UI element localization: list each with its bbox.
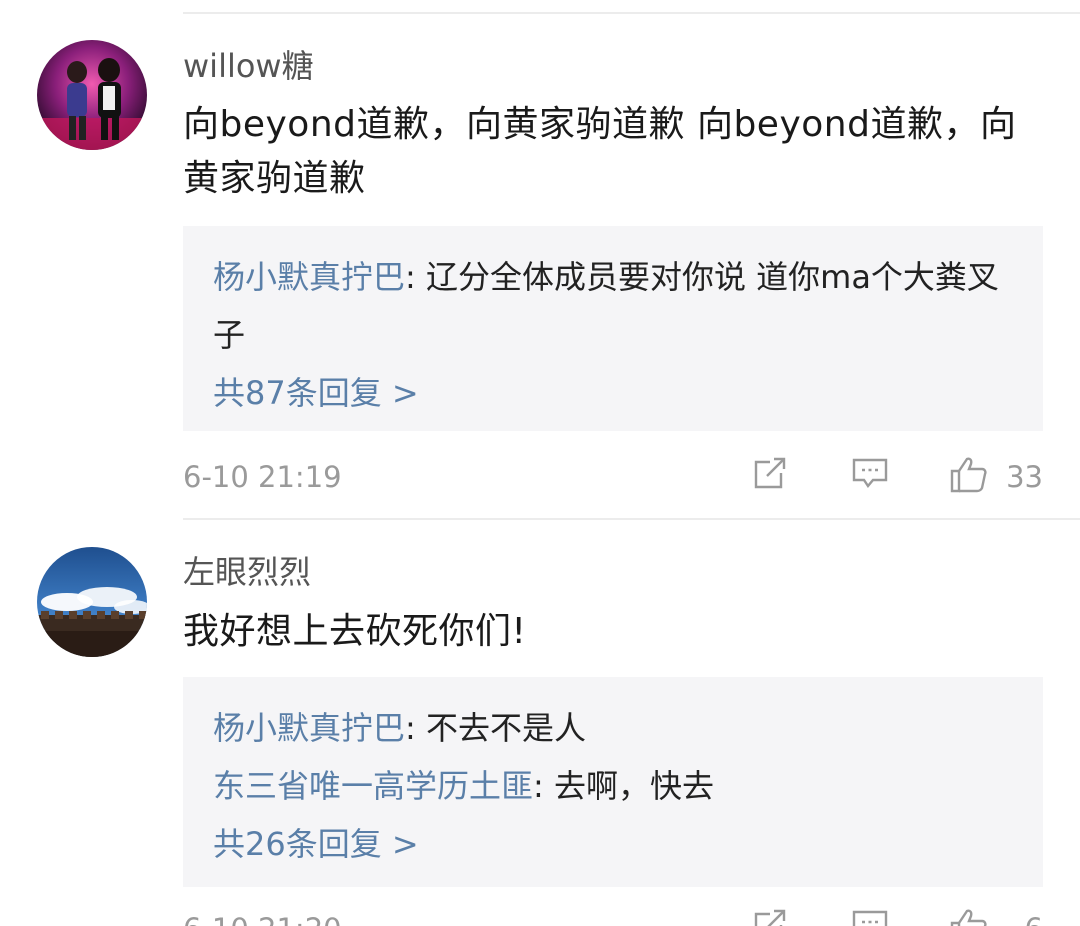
- like-icon[interactable]: [949, 454, 989, 498]
- comment-icon[interactable]: [851, 454, 889, 496]
- comment-time: 6-10 21:20: [183, 912, 342, 926]
- reply-item: 杨小默真拧巴: 不去不是人: [213, 699, 1013, 757]
- like-count: 33: [1006, 460, 1043, 494]
- share-icon[interactable]: [751, 906, 789, 926]
- like-count: 6: [1025, 912, 1043, 926]
- avatar[interactable]: [37, 40, 147, 150]
- reply-box[interactable]: 杨小默真拧巴: 辽分全体成员要对你说 道你ma个大粪叉子 共87条回复 >: [183, 226, 1043, 431]
- comment-footer: 6-10 21:19 33: [183, 454, 1043, 500]
- more-replies-link[interactable]: 共26条回复 >: [213, 815, 1013, 873]
- avatar-image: [37, 547, 147, 657]
- comment-footer: 6-10 21:20 6: [183, 906, 1043, 926]
- comment-text: 我好想上去砍死你们!: [183, 611, 527, 652]
- username[interactable]: willow糖: [183, 46, 314, 86]
- reply-username[interactable]: 东三省唯一高学历土匪: [213, 767, 533, 805]
- comment-time: 6-10 21:19: [183, 460, 342, 494]
- comment-icon[interactable]: [851, 906, 889, 926]
- reply-item: 杨小默真拧巴: 辽分全体成员要对你说 道你ma个大粪叉子: [213, 248, 1013, 364]
- share-icon[interactable]: [751, 454, 789, 496]
- divider: [183, 12, 1080, 14]
- reply-text: : 不去不是人: [405, 709, 586, 747]
- reply-username[interactable]: 杨小默真拧巴: [213, 709, 405, 747]
- avatar[interactable]: [37, 547, 147, 657]
- reply-text: : 去啊，快去: [533, 767, 714, 805]
- more-replies-link[interactable]: 共87条回复 >: [213, 364, 1013, 422]
- reply-box[interactable]: 杨小默真拧巴: 不去不是人 东三省唯一高学历土匪: 去啊，快去 共26条回复 >: [183, 677, 1043, 887]
- reply-item: 东三省唯一高学历土匪: 去啊，快去: [213, 757, 1013, 815]
- avatar-image: [37, 40, 147, 150]
- username[interactable]: 左眼烈烈: [183, 552, 311, 592]
- comment-feed: willow糖 向beyond道歉，向黄家驹道歉 向beyond道歉，向黄家驹道…: [0, 0, 1080, 926]
- reply-username[interactable]: 杨小默真拧巴: [213, 258, 405, 296]
- comment-text: 向beyond道歉，向黄家驹道歉 向beyond道歉，向黄家驹道歉: [183, 104, 1017, 199]
- like-icon[interactable]: [949, 906, 989, 926]
- divider: [183, 518, 1080, 520]
